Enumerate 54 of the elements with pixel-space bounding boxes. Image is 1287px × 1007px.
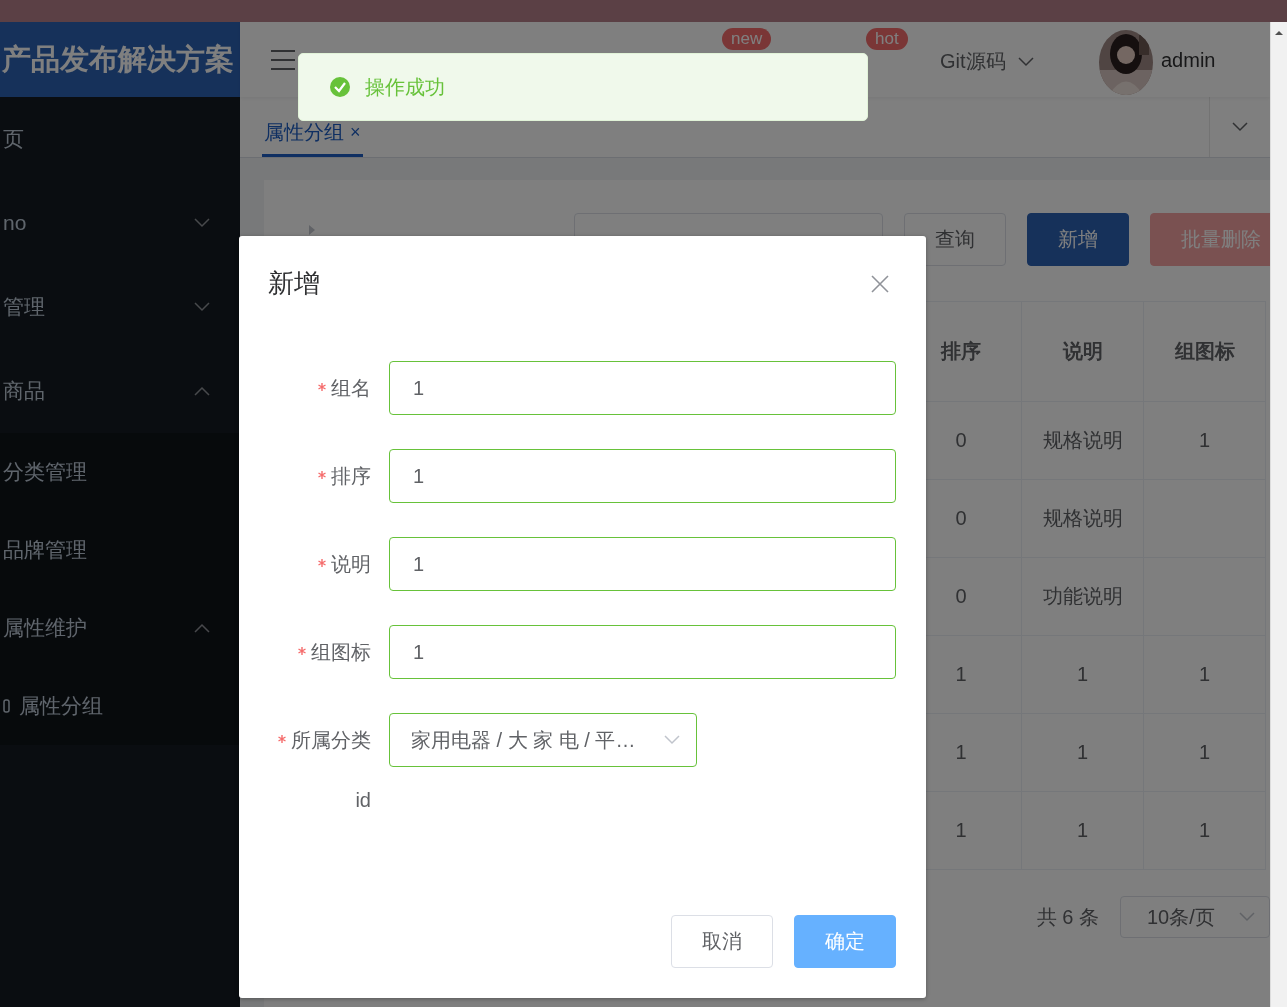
chevron-icon <box>194 386 210 396</box>
table-cell: 1 <box>1144 792 1266 870</box>
table-cell: 规格说明 <box>1022 402 1144 480</box>
dialog-title: 新增 <box>268 267 320 300</box>
check-circle-icon <box>329 76 351 98</box>
column-header: 组图标 <box>1144 302 1266 402</box>
page-size-select[interactable]: 10条/页 <box>1120 896 1270 938</box>
table-cell: 规格说明 <box>1022 480 1144 558</box>
scroll-up-icon[interactable] <box>1274 28 1284 38</box>
message-text: 操作成功 <box>365 74 445 100</box>
table-cell: 1 <box>1022 792 1144 870</box>
text-field[interactable]: 1 <box>389 449 896 503</box>
username[interactable]: admin <box>1161 49 1216 72</box>
chevron-icon <box>194 218 210 228</box>
table-cell: 1 <box>1022 636 1144 714</box>
table-cell: 1 <box>1144 402 1266 480</box>
dialog-button[interactable]: 取消 <box>671 915 773 968</box>
chevron-icon <box>194 302 210 312</box>
field-label: 说明 <box>268 550 389 578</box>
scrollbar[interactable] <box>1270 22 1287 1007</box>
notification-badge: hot <box>866 28 908 50</box>
total-count: 共 6 条 <box>1036 904 1099 930</box>
chevron-icon <box>1232 122 1248 132</box>
app-logo-text: 产品发布解决方案 <box>0 22 240 97</box>
chevron-icon <box>1017 56 1034 67</box>
menu-item[interactable]: 管理 <box>0 265 240 349</box>
chevron-icon <box>1239 912 1255 922</box>
field-label: 组图标 <box>268 638 389 666</box>
field-label: id <box>354 789 372 812</box>
menu-item[interactable]: 属性分组 <box>0 667 240 745</box>
menu-item[interactable]: 属性维护 <box>0 589 240 667</box>
text-field[interactable]: 1 <box>389 361 896 415</box>
dialog-button[interactable]: 确定 <box>794 915 896 968</box>
menu-item[interactable]: 商品 <box>0 349 240 433</box>
table-cell: 1 <box>1022 714 1144 792</box>
chevron-icon <box>194 623 210 633</box>
notification-badge: new <box>722 28 772 50</box>
menu-item[interactable]: no <box>0 181 240 265</box>
field-label: 排序 <box>268 462 389 490</box>
chevron-icon <box>664 735 680 745</box>
table-cell: 功能说明 <box>1022 558 1144 636</box>
menu-item[interactable]: 页 <box>0 97 240 181</box>
field-label: 组名 <box>268 374 389 402</box>
table-cell: 1 <box>1144 714 1266 792</box>
git-menu[interactable]: Git源码 <box>940 48 1034 75</box>
category-select[interactable]: 家用电器 / 大 家 电 / 平… <box>389 713 697 767</box>
column-header: 说明 <box>1022 302 1144 402</box>
field-label: 所属分类 <box>268 726 389 754</box>
text-field[interactable]: 1 <box>389 537 896 591</box>
toolbar-button[interactable]: 新增 <box>1027 213 1129 266</box>
close-icon[interactable] <box>871 274 889 293</box>
text-field[interactable]: 1 <box>389 625 896 679</box>
caret-icon[interactable] <box>308 225 316 235</box>
table-cell: 1 <box>1144 636 1266 714</box>
